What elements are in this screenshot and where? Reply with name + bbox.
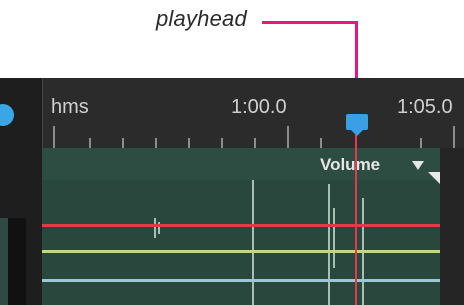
triangle-down-icon[interactable] <box>412 161 424 170</box>
parameter-selector-label[interactable]: Volume <box>320 155 380 175</box>
pan-envelope-line[interactable] <box>42 250 440 253</box>
track-color-tab <box>0 218 8 305</box>
ruler-tick <box>188 138 190 148</box>
ruler-tick <box>287 126 289 148</box>
playhead-line[interactable] <box>355 124 357 305</box>
playhead-handle[interactable] <box>346 114 368 136</box>
waveform-spike <box>328 184 330 305</box>
ruler-tick <box>320 138 322 148</box>
track-header-column <box>0 78 42 305</box>
track-toggle-icon[interactable] <box>0 104 14 126</box>
volume-envelope-line[interactable] <box>42 224 440 227</box>
time-ruler[interactable]: hms 1:00.0 1:05.0 <box>42 78 464 148</box>
ruler-tick <box>53 126 55 148</box>
waveform-spike <box>154 218 156 238</box>
time-label-1-00: 1:00.0 <box>231 96 287 118</box>
time-unit-label: hms <box>51 96 89 118</box>
ruler-tick <box>89 138 91 148</box>
callout-leader-horizontal <box>262 21 358 24</box>
timeline-editor: hms 1:00.0 1:05.0 Volume <box>0 78 464 305</box>
ruler-tick <box>155 138 157 148</box>
ruler-tick <box>453 126 455 148</box>
time-label-1-05: 1:05.0 <box>397 96 453 118</box>
ruler-tick <box>122 138 124 148</box>
waveform-spike <box>252 180 254 305</box>
ruler-tick <box>221 138 223 148</box>
ruler-tick <box>254 138 256 148</box>
ruler-tick <box>420 138 422 148</box>
secondary-envelope-line[interactable] <box>42 279 440 282</box>
audio-track-lane[interactable]: Volume <box>42 148 440 305</box>
corner-resize-icon[interactable] <box>428 172 440 184</box>
scrollbar-gutter[interactable] <box>440 148 464 305</box>
track-parameter-bar <box>42 148 440 180</box>
playhead-callout-label: playhead <box>156 6 247 31</box>
waveform-spike <box>333 208 335 268</box>
